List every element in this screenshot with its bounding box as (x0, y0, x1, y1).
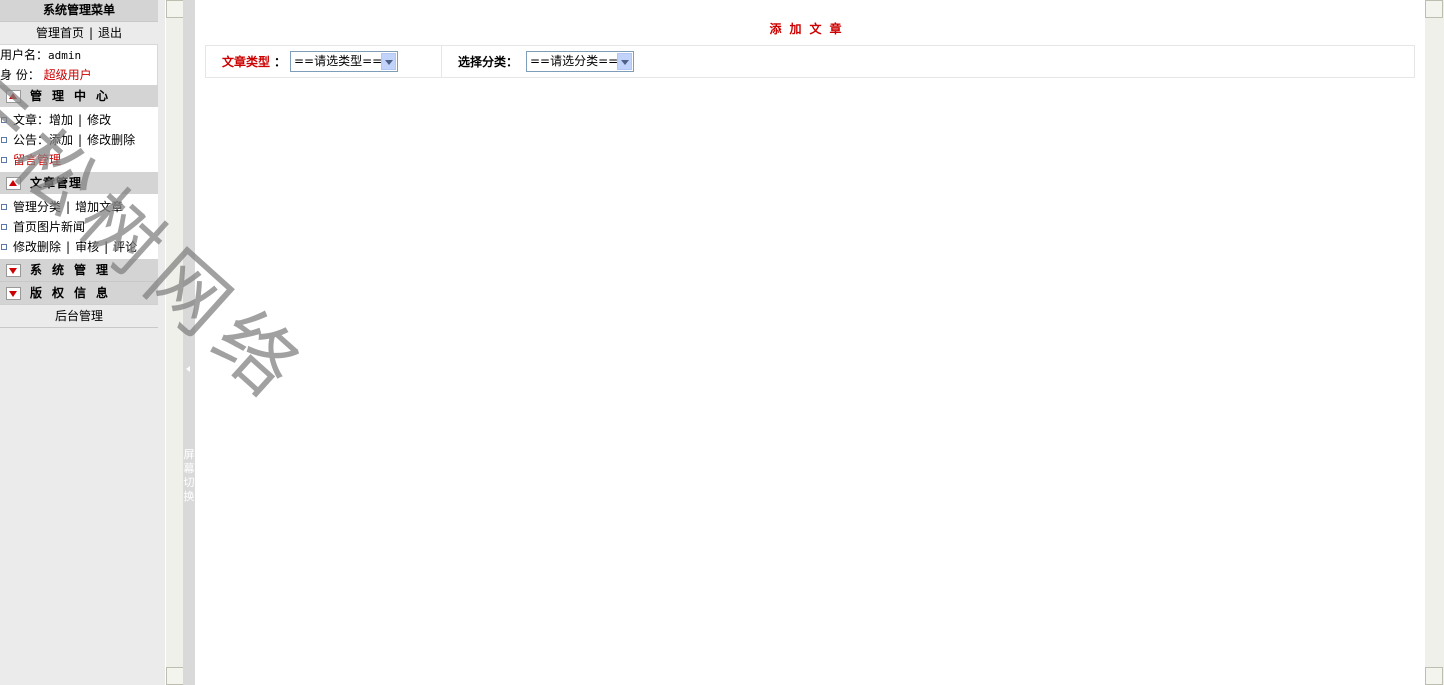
logout-link[interactable]: 退出 (98, 26, 122, 40)
page-title: 添加文章 (769, 22, 850, 36)
scroll-down-button[interactable] (1425, 667, 1443, 685)
comments-link[interactable]: 评论 (113, 240, 137, 254)
left-menu-frame: 系统管理菜单 管理首页 | 退出 用户名：admin 身 份： 超级用户 管理中心 … (0, 0, 184, 685)
add-article-link[interactable]: 增加文章 (75, 200, 123, 214)
separator: | (78, 113, 83, 127)
menu-title: 系统管理菜单 (0, 0, 158, 22)
collapse-icon[interactable] (6, 90, 21, 103)
dropdown-arrow-icon[interactable] (381, 53, 396, 70)
section-article-mgmt-body: 管理分类 | 增加文章 首页图片新闻 修改删除 | 审核 | 评论 (0, 194, 158, 259)
dropdown-arrow-icon[interactable] (617, 53, 632, 70)
expand-icon[interactable] (6, 264, 21, 277)
list-item: 公告：添加 | 修改删除 (0, 130, 158, 150)
filter-bar: 文章类型 ： ==请选类型== 选择分类： ==请选分类== (205, 45, 1415, 78)
article-type-label: 文章类型 (222, 55, 271, 69)
separator: | (88, 26, 94, 40)
article-type-select[interactable]: ==请选类型== (290, 51, 398, 72)
section-article-mgmt-label: 文章管理 (30, 176, 83, 190)
article-add-link[interactable]: 增加 (49, 113, 73, 127)
bullet-icon (1, 157, 7, 163)
home-photo-news-link[interactable]: 首页图片新闻 (13, 220, 85, 234)
main-scrollbar[interactable] (1425, 0, 1444, 685)
bullet-icon (1, 244, 7, 250)
section-mgmt-center-label: 管理中心 (30, 89, 119, 103)
list-item: 文章：增加 | 修改 (0, 110, 158, 130)
main-content: 添加文章 文章类型 ： ==请选类型== 选择分类： ==请选分类== (195, 0, 1424, 685)
bullet-icon (1, 117, 7, 123)
username-label: 用户名： (0, 48, 49, 62)
role-label: 身 份： (0, 68, 40, 82)
bullet-icon (1, 137, 7, 143)
section-copyright-header[interactable]: 版权信息 (0, 282, 158, 304)
separator: | (66, 200, 71, 214)
collapse-left-icon[interactable] (186, 366, 190, 372)
divider (441, 46, 442, 77)
section-system-mgmt-header[interactable]: 系统管理 (0, 259, 158, 282)
review-link[interactable]: 审核 (75, 240, 99, 254)
section-mgmt-center-body: 文章：增加 | 修改 公告：添加 | 修改删除 留言管理 (0, 107, 158, 172)
section-copyright-label: 版权信息 (30, 286, 119, 300)
username-value: admin (48, 49, 82, 62)
menu-footer: 后台管理 (0, 304, 158, 328)
list-item: 修改删除 | 审核 | 评论 (0, 237, 158, 257)
admin-menu: 系统管理菜单 管理首页 | 退出 用户名：admin 身 份： 超级用户 管理中心 … (0, 0, 158, 328)
menu-top-links: 管理首页 | 退出 (0, 22, 158, 44)
admin-home-link[interactable]: 管理首页 (36, 26, 84, 40)
category-value: ==请选分类== (530, 54, 619, 68)
bullet-icon (1, 204, 7, 210)
section-system-mgmt-label: 系统管理 (30, 263, 119, 277)
section-article-mgmt-header[interactable]: 文章管理 (0, 172, 158, 194)
article-prefix: 文章： (13, 113, 50, 127)
category-select[interactable]: ==请选分类== (526, 51, 634, 72)
category-label: 选择分类： (458, 55, 519, 69)
list-item: 首页图片新闻 (0, 217, 158, 237)
separator: | (66, 240, 71, 254)
list-item: 管理分类 | 增加文章 (0, 197, 158, 217)
manage-category-link[interactable]: 管理分类 (13, 200, 61, 214)
section-mgmt-center-header[interactable]: 管理中心 (0, 85, 158, 107)
article-edit-link[interactable]: 修改 (87, 113, 111, 127)
separator: | (104, 240, 109, 254)
article-type-colon: ： (274, 55, 287, 69)
list-item: 留言管理 (0, 150, 158, 170)
collapse-icon[interactable] (6, 177, 21, 190)
edit-delete-link[interactable]: 修改删除 (13, 240, 61, 254)
bullet-icon (1, 224, 7, 230)
separator: | (78, 133, 83, 147)
scroll-up-button[interactable] (166, 0, 184, 18)
splitter-label[interactable]: 屏幕切换 (183, 448, 195, 504)
notice-prefix: 公告： (13, 133, 50, 147)
expand-icon[interactable] (6, 287, 21, 300)
user-info: 用户名：admin 身 份： 超级用户 (0, 44, 158, 85)
role-value: 超级用户 (43, 68, 92, 82)
scroll-down-button[interactable] (166, 667, 184, 685)
left-scrollbar[interactable] (166, 0, 184, 685)
frame-splitter[interactable]: 屏幕切换 (183, 0, 195, 685)
notice-add-link[interactable]: 添加 (49, 133, 73, 147)
article-type-value: ==请选类型== (294, 54, 383, 68)
guestbook-link[interactable]: 留言管理 (13, 153, 61, 167)
notice-edit-link[interactable]: 修改删除 (87, 133, 135, 147)
scroll-up-button[interactable] (1425, 0, 1443, 18)
